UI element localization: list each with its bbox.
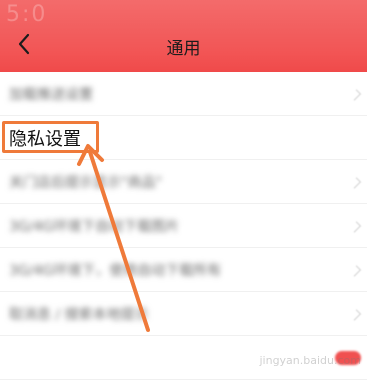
setting-row-3[interactable]: 关门店后提示显示"商品" — [0, 160, 367, 204]
setting-label: 3G/4G环境下，使用自动下载所有 — [9, 262, 222, 279]
setting-row-5[interactable]: 3G/4G环境下，使用自动下载所有 — [0, 248, 367, 292]
chevron-right-icon — [349, 89, 362, 101]
settings-list: 加载推送设置 隐私设置 关门店后提示显示"商品" 3G/4G环境下自动下载图片 … — [0, 72, 367, 380]
chevron-right-icon — [349, 265, 362, 277]
setting-row-4[interactable]: 3G/4G环境下自动下载图片 — [0, 204, 367, 248]
setting-label: 3G/4G环境下自动下载图片 — [9, 218, 180, 235]
setting-row-6[interactable]: 取消息 / 搜索本地提示 — [0, 292, 367, 336]
chevron-right-icon — [349, 309, 362, 321]
chevron-right-icon — [349, 221, 362, 233]
setting-row-push[interactable]: 加载推送设置 — [0, 72, 367, 116]
page-title: 通用 — [166, 39, 201, 59]
setting-label: 加载推送设置 — [9, 86, 93, 103]
setting-label: 取消息 / 搜索本地提示 — [9, 306, 149, 323]
watermark-text: jingyan.baidu.com — [259, 354, 361, 367]
chevron-right-icon — [349, 177, 362, 189]
status-bar-time: 5:0 — [6, 2, 48, 27]
highlight-annotation-box — [2, 121, 99, 153]
setting-label: 关门店后提示显示"商品" — [9, 174, 162, 191]
app-header: 5:0 通用 — [0, 0, 367, 72]
